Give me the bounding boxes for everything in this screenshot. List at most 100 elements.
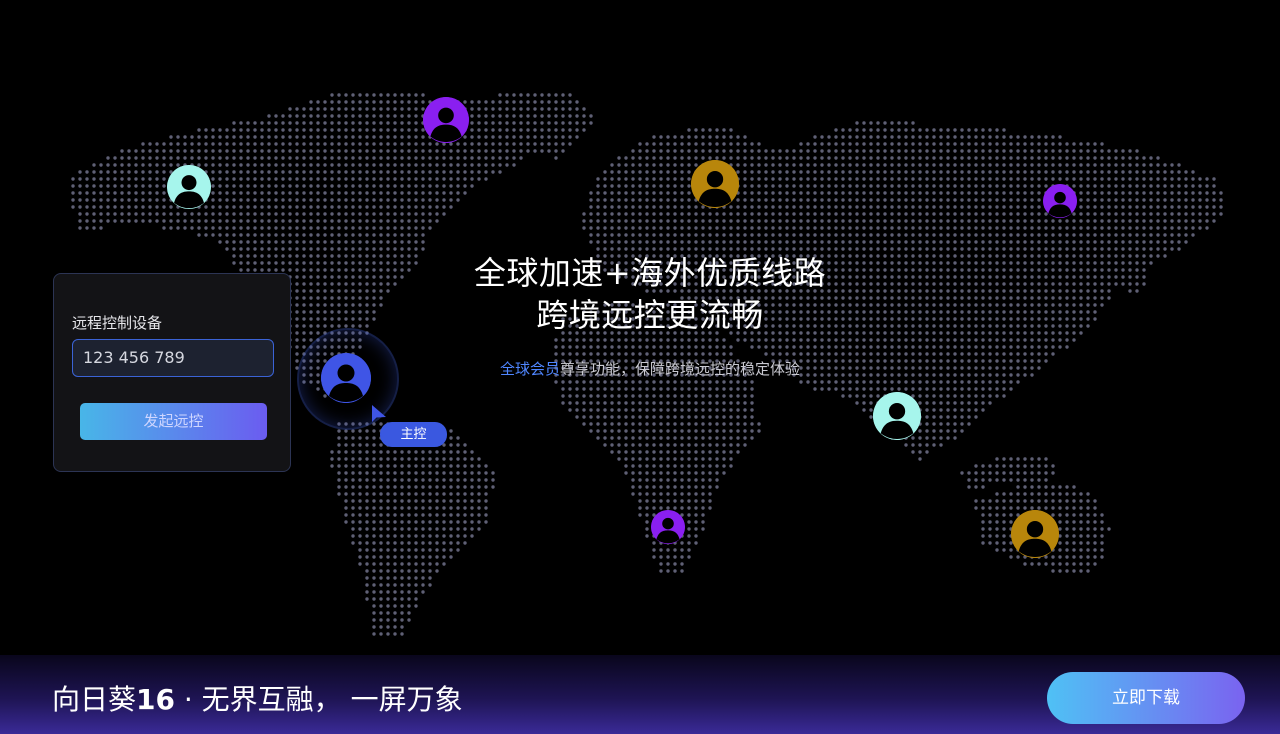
map-dot xyxy=(1156,247,1160,251)
map-dot xyxy=(1086,142,1090,146)
map-dot xyxy=(1121,254,1125,258)
map-dot xyxy=(708,464,712,468)
map-dot xyxy=(617,156,621,160)
map-dot xyxy=(512,163,516,167)
map-dot xyxy=(1184,233,1188,237)
map-dot xyxy=(302,219,306,223)
map-dot xyxy=(652,170,656,174)
map-dot xyxy=(960,219,964,223)
map-dot xyxy=(1044,352,1048,356)
map-dot xyxy=(197,142,201,146)
map-dot xyxy=(603,394,607,398)
map-dot xyxy=(862,380,866,384)
map-dot xyxy=(617,457,621,461)
map-dot xyxy=(736,233,740,237)
map-dot xyxy=(1016,373,1020,377)
map-dot xyxy=(1002,233,1006,237)
map-dot xyxy=(561,394,565,398)
map-dot xyxy=(953,128,957,132)
map-dot xyxy=(267,149,271,153)
map-dot xyxy=(267,170,271,174)
map-dot xyxy=(162,198,166,202)
map-dot xyxy=(1051,296,1055,300)
map-dot xyxy=(1142,191,1146,195)
map-dot xyxy=(204,135,208,139)
map-dot xyxy=(330,184,334,188)
map-dot xyxy=(785,191,789,195)
map-dot xyxy=(1114,219,1118,223)
map-dot xyxy=(673,247,677,251)
map-dot xyxy=(106,205,110,209)
map-dot xyxy=(309,170,313,174)
map-dot xyxy=(162,156,166,160)
map-dot xyxy=(1058,282,1062,286)
map-dot xyxy=(757,205,761,209)
map-dot xyxy=(988,303,992,307)
map-dot xyxy=(932,408,936,412)
map-dot xyxy=(1079,268,1083,272)
map-dot xyxy=(981,331,985,335)
map-dot xyxy=(617,233,621,237)
map-dot xyxy=(407,212,411,216)
map-dot xyxy=(211,219,215,223)
map-dot xyxy=(1058,324,1062,328)
map-dot xyxy=(337,93,341,97)
map-dot xyxy=(624,380,628,384)
map-dot xyxy=(421,485,425,489)
map-dot xyxy=(995,289,999,293)
map-dot xyxy=(645,142,649,146)
map-dot xyxy=(344,170,348,174)
map-dot xyxy=(883,205,887,209)
map-dot xyxy=(1156,191,1160,195)
map-dot xyxy=(337,226,341,230)
map-dot xyxy=(715,226,719,230)
map-dot xyxy=(1016,464,1020,468)
map-dot xyxy=(463,163,467,167)
map-dot xyxy=(575,121,579,125)
map-dot xyxy=(715,394,719,398)
map-dot xyxy=(1086,205,1090,209)
map-dot xyxy=(743,443,747,447)
map-dot xyxy=(596,422,600,426)
map-dot xyxy=(974,471,978,475)
map-dot xyxy=(323,268,327,272)
map-dot xyxy=(785,163,789,167)
map-dot xyxy=(701,380,705,384)
map-dot xyxy=(1086,212,1090,216)
map-dot xyxy=(246,233,250,237)
map-dot xyxy=(1114,184,1118,188)
map-dot xyxy=(918,128,922,132)
map-dot xyxy=(358,310,362,314)
map-dot xyxy=(1009,464,1013,468)
map-dot xyxy=(442,156,446,160)
map-dot xyxy=(862,163,866,167)
map-dot xyxy=(673,464,677,468)
map-dot xyxy=(869,156,873,160)
map-dot xyxy=(631,149,635,153)
map-dot xyxy=(316,324,320,328)
map-dot xyxy=(652,198,656,202)
map-dot xyxy=(1191,198,1195,202)
map-dot xyxy=(694,464,698,468)
map-dot xyxy=(1016,254,1020,258)
map-dot xyxy=(176,212,180,216)
map-dot xyxy=(365,324,369,328)
map-dot xyxy=(575,107,579,111)
map-dot xyxy=(925,282,929,286)
map-dot xyxy=(456,163,460,167)
map-dot xyxy=(1009,268,1013,272)
map-dot xyxy=(1051,282,1055,286)
map-dot xyxy=(764,191,768,195)
map-dot xyxy=(589,205,593,209)
map-dot xyxy=(204,219,208,223)
map-dot xyxy=(365,303,369,307)
map-dot xyxy=(939,268,943,272)
map-dot xyxy=(358,443,362,447)
map-dot xyxy=(477,464,481,468)
map-dot xyxy=(813,198,817,202)
map-dot xyxy=(526,135,530,139)
map-dot xyxy=(757,184,761,188)
map-dot xyxy=(666,226,670,230)
map-dot xyxy=(925,394,929,398)
map-dot xyxy=(869,401,873,405)
